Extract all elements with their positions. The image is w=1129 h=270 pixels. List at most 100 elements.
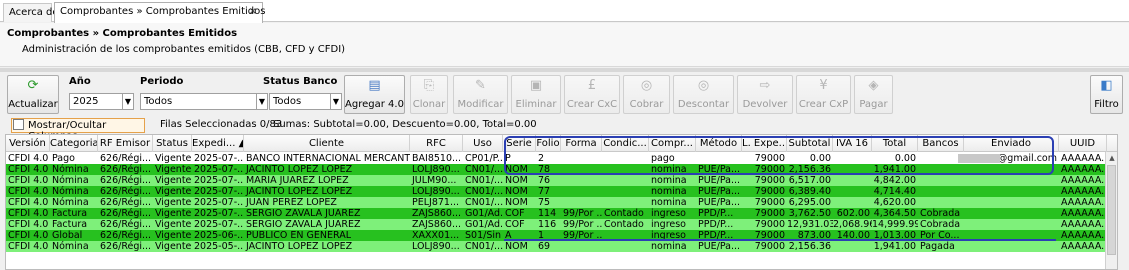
column-header-status[interactable]: Status xyxy=(153,135,192,152)
crear-cxc-button[interactable]: £ Crear CxC xyxy=(564,75,620,114)
cell-categoria: Pago xyxy=(52,153,75,164)
table-row[interactable]: CFDI 4.0 Nómina 626/Régi... Vigente 2025-05-… xyxy=(6,241,1107,252)
cell-uuid: AAAAAA... xyxy=(1061,175,1107,186)
column-header-rf[interactable]: RF Emisor xyxy=(98,135,153,152)
column-header-categoria[interactable]: Categoria xyxy=(50,135,98,152)
periodo-label: Periodo xyxy=(140,76,184,87)
table-row[interactable]: CFDI 4.0 Nómina 626/Régi... Vigente 2025-07-… xyxy=(6,186,1107,197)
pagar-button[interactable]: ◈ Pagar xyxy=(854,75,893,114)
cell-status: Vigente xyxy=(155,175,192,186)
cell-serie: NOM xyxy=(505,175,528,186)
column-header-exp[interactable]: Expedi... ▲ xyxy=(192,135,244,152)
table-row[interactable]: CFDI 4.0 Nómina 626/Régi... Vigente 2025-07-… xyxy=(6,175,1107,186)
add-document-icon: ▤ xyxy=(368,78,381,93)
chevron-down-icon[interactable]: ▼ xyxy=(122,93,134,110)
cell-rf: 626/Régi... xyxy=(100,208,152,219)
cell-uuid: AAAAAA... xyxy=(1061,230,1107,241)
cell-rfc: LOLJ890... xyxy=(412,164,460,175)
agregar-button[interactable]: ▤ Agregar 4.0 xyxy=(344,75,405,114)
cell-compr: nomina xyxy=(651,197,687,208)
periodo-select[interactable]: Todos xyxy=(140,93,257,110)
mostrar-checkbox[interactable] xyxy=(13,119,24,130)
cell-rf: 626/Régi... xyxy=(100,230,152,241)
cell-version: CFDI 4.0 xyxy=(8,241,49,252)
cell-version: CFDI 4.0 xyxy=(8,186,49,197)
tab-bar: Acerca de Comprobantes » Comprobantes Em… xyxy=(0,0,1129,23)
cell-total: 14,999.99 xyxy=(872,219,918,230)
cell-enviado xyxy=(964,208,1059,219)
cell-lexp: 79000 xyxy=(754,208,785,219)
comprobantes-grid[interactable]: Versión Categoria RF Emisor Status Expedi...… xyxy=(5,134,1118,270)
cell-cliente: JACINTO LOPEZ LOPEZ xyxy=(246,164,353,175)
cell-cliente: PUBLICO EN GENERAL xyxy=(246,230,352,241)
cell-version: CFDI 4.0 xyxy=(8,197,49,208)
tab-acerca-de[interactable]: Acerca de xyxy=(3,3,59,22)
clone-icon: ⎘ xyxy=(423,78,435,93)
cell-bancos: Cobrada xyxy=(920,208,961,219)
column-header-version[interactable]: Versión xyxy=(6,135,50,152)
highlight-box xyxy=(504,136,1054,175)
page-subtitle: Administración de los comprobantes emiti… xyxy=(22,44,346,55)
close-icon[interactable]: × xyxy=(249,6,257,17)
table-row[interactable]: CFDI 4.0 Factura 626/Régi... Vigente 2025-07… xyxy=(6,219,1107,230)
cell-compr: ingreso xyxy=(651,208,686,219)
column-header-uso[interactable]: Uso xyxy=(463,135,503,152)
scroll-thumb[interactable] xyxy=(1107,165,1116,255)
page-header: Comprobantes » Comprobantes Emitidos Adm… xyxy=(0,23,1129,67)
cell-serie: NOM xyxy=(505,186,528,197)
status-banco-label: Status Banco xyxy=(263,76,338,87)
column-header-rfc[interactable]: RFC xyxy=(410,135,463,152)
cell-forma: 99/Por ... xyxy=(563,208,602,219)
ano-label: Año xyxy=(69,76,91,87)
chevron-down-icon[interactable]: ▼ xyxy=(256,93,268,110)
devolver-button[interactable]: ⇨ Devolver xyxy=(737,75,793,114)
cell-uuid: AAAAAA... xyxy=(1061,219,1107,230)
crear-cxp-button[interactable]: ¥ Crear CxP xyxy=(796,75,851,114)
cell-uso: G01/Ad... xyxy=(465,208,503,219)
cell-status: Vigente xyxy=(155,219,192,230)
cell-uso: CN01/... xyxy=(465,175,503,186)
cell-enviado xyxy=(964,197,1059,208)
vertical-scrollbar[interactable]: ▲ xyxy=(1105,152,1117,269)
ano-select[interactable]: 2025 xyxy=(69,93,123,110)
descontar-button[interactable]: ◎ Descontar xyxy=(673,75,734,114)
scroll-up-icon[interactable]: ▲ xyxy=(1106,152,1117,164)
cell-rfc: ZAJS860... xyxy=(412,208,462,219)
column-header-uuid[interactable]: UUID xyxy=(1059,135,1107,152)
cell-rfc: ZAJS860... xyxy=(412,219,462,230)
status-banco-select[interactable]: Todos xyxy=(269,93,331,110)
modificar-label: Modificar xyxy=(457,99,504,110)
clonar-button[interactable]: ⎘ Clonar xyxy=(410,75,448,114)
table-row[interactable]: CFDI 4.0 Factura 626/Régi... Vigente 2025-07… xyxy=(6,208,1107,219)
cell-metodo: PUE/Pa... xyxy=(698,241,741,252)
discount-icon: ◎ xyxy=(697,78,710,93)
cell-total: 4,714.40 xyxy=(873,186,916,197)
cell-status: Vigente xyxy=(155,164,192,175)
cell-folio: 114 xyxy=(538,208,557,219)
cell-cond xyxy=(602,241,649,252)
cobrar-button[interactable]: ◎ Cobrar xyxy=(623,75,670,114)
cell-folio: 76 xyxy=(538,175,551,186)
cell-iva: 2,068.96 xyxy=(833,219,872,230)
cell-enviado xyxy=(964,219,1059,230)
chevron-down-icon[interactable]: ▼ xyxy=(330,93,342,110)
modificar-button[interactable]: ✎ Modificar xyxy=(453,75,508,114)
cell-exp: 2025-07-... xyxy=(194,175,244,186)
eliminar-button[interactable]: ▣ Eliminar xyxy=(511,75,561,114)
eliminar-label: Eliminar xyxy=(515,99,557,110)
cell-exp: 2025-07-... xyxy=(194,164,244,175)
filtro-button[interactable]: ◧ Filtro xyxy=(1090,75,1123,114)
cell-lexp: 79000 xyxy=(754,219,785,230)
cell-metodo: PUE/Pa... xyxy=(698,175,741,186)
table-row[interactable]: CFDI 4.0 Nómina 626/Régi... Vigente 2025-07-… xyxy=(6,197,1107,208)
actualizar-label: Actualizar xyxy=(8,99,58,110)
cell-exp: 2025-07-... xyxy=(194,219,244,230)
column-header-cliente[interactable]: Cliente xyxy=(244,135,410,152)
cell-exp: 2025-05-... xyxy=(194,241,244,252)
cell-forma xyxy=(561,241,602,252)
cell-bancos xyxy=(918,197,964,208)
tab-comprobantes-emitidos[interactable]: Comprobantes » Comprobantes Emitidos × xyxy=(54,2,265,23)
actualizar-button[interactable]: ⟳ Actualizar xyxy=(7,75,59,114)
mostrar-columnas-toggle[interactable]: Mostrar/Ocultar Columnas xyxy=(11,118,145,142)
cell-subtotal: 6,517.00 xyxy=(788,175,831,186)
